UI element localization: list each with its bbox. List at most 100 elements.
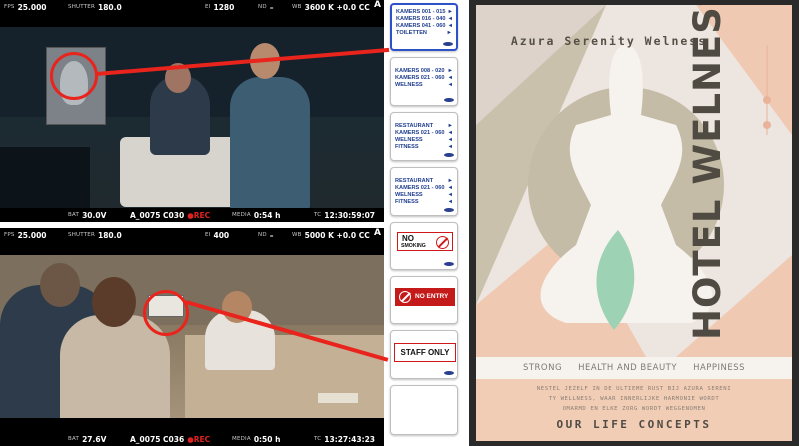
shutter-label: SHUTTER <box>68 4 95 10</box>
fps-readout: FPS 25.000 <box>4 228 47 242</box>
nd-label: ND <box>258 232 267 238</box>
camera-monitor-top: FPS 25.000 SHUTTER 180.0 EI 1280 ND – WB… <box>0 0 384 222</box>
sign-line: KAMERS 001 - 015 ► <box>396 9 453 15</box>
desc-line: NESTEL JEZELF IN DE ULTIEME RUST BIJ AZU… <box>536 386 732 392</box>
camera-monitor-bottom: FPS 25.000 SHUTTER 180.0 EI 400 ND – WB … <box>0 228 384 446</box>
logo-icon <box>444 153 454 157</box>
desc-line: OMARMD EN ELKE ZORG WORDT WEGGENOMEN <box>562 406 706 412</box>
nd-label: ND <box>258 4 267 10</box>
desc-line: TY WELLNESS, WAAR INNERLIJKE HARMONIE WO… <box>548 396 720 402</box>
battery-readout: BAT 30.0V <box>68 208 106 222</box>
timecode-value: 13:27:43:23 <box>324 434 376 444</box>
nd-readout: ND – <box>258 228 274 242</box>
media-label: MEDIA <box>232 212 251 218</box>
ei-label: EI <box>205 4 211 10</box>
sign-line: RESTAURANT ► <box>395 178 453 184</box>
nd-readout: ND – <box>258 0 274 14</box>
sign-line: KAMERS 041 - 060 ◄ <box>396 23 453 29</box>
clip-value: A_0075 C030 <box>130 210 185 220</box>
nd-value: – <box>269 230 274 240</box>
camera-letter: A <box>374 228 381 238</box>
poster-description: NESTEL JEZELF IN DE ULTIEME RUST BIJ AZU… <box>486 384 782 414</box>
wb-readout: WB 3600 K +0.0 CC <box>292 0 370 14</box>
person-right <box>230 77 310 210</box>
sign-line: KAMERS 021 - 060 ◄ <box>395 185 453 191</box>
clip-value: A_0075 C036 <box>130 434 185 444</box>
battery-label: BAT <box>68 212 80 218</box>
sign-line: FITNESS ◄ <box>395 144 453 150</box>
sign-card-no-entry[interactable]: NO ENTRY <box>390 276 458 324</box>
sign-card-2[interactable]: KAMERS 008 - 020 ► KAMERS 021 - 060 ◄ WELN… <box>390 57 458 106</box>
sign-card-staff-only[interactable]: STAFF ONLY <box>390 330 458 379</box>
sign-card-4[interactable]: RESTAURANT ► KAMERS 021 - 060 ◄ WELNESS ◄ F… <box>390 167 458 216</box>
wb-readout: WB 5000 K +0.0 CC <box>292 228 370 242</box>
poster-vertical-title: HOTEL WELNESS <box>686 5 729 340</box>
ei-value: 1280 <box>213 2 235 12</box>
guest-left-head <box>40 263 80 307</box>
wb-label: WB <box>292 4 302 10</box>
media-value: 0:54 h <box>253 210 281 220</box>
scene-reception <box>0 255 384 418</box>
wb-value: 5000 K +0.0 CC <box>304 230 370 240</box>
shutter-value: 180.0 <box>97 2 122 12</box>
logo-icon <box>443 42 453 46</box>
rec-indicator: ●REC <box>187 210 211 220</box>
sign-card-1[interactable]: KAMERS 001 - 015 ► KAMERS 016 - 040 ◄ KAME… <box>390 3 458 51</box>
shutter-label: SHUTTER <box>68 232 95 238</box>
fps-value: 25.000 <box>17 230 47 240</box>
ei-value: 400 <box>213 230 230 240</box>
timecode-readout: TC 13:27:43:23 <box>314 432 375 446</box>
sign-line: KAMERS 021 - 060 ◄ <box>395 130 453 136</box>
camera-letter: A <box>374 0 381 10</box>
logo-icon <box>444 262 454 266</box>
wb-label: WB <box>292 232 302 238</box>
receptie-plate <box>318 393 358 403</box>
no-entry-text: NO ENTRY <box>415 293 449 300</box>
poster-footer: OUR LIFE CONCEPTS <box>556 418 712 431</box>
staff-only-frame: STAFF ONLY <box>394 343 456 362</box>
media-label: MEDIA <box>232 436 251 442</box>
sign-card-blank[interactable] <box>390 385 458 435</box>
osd-top-bar: FPS 25.000 SHUTTER 180.0 EI 400 ND – WB … <box>0 228 384 242</box>
sign-card-no-smoking[interactable]: NO SMOKING <box>390 222 458 270</box>
battery-value: 27.6V <box>82 434 107 444</box>
timecode-readout: TC 12:30:59:07 <box>314 208 375 222</box>
no-entry-icon <box>399 291 411 303</box>
highlight-circle-sign <box>143 290 189 336</box>
shutter-readout: SHUTTER 180.0 <box>68 228 122 242</box>
guest-right-head <box>92 277 136 327</box>
media-readout: MEDIA 0:50 h <box>232 432 280 446</box>
wb-value: 3600 K +0.0 CC <box>304 2 370 12</box>
ei-readout: EI 1280 <box>205 0 234 14</box>
battery-label: BAT <box>68 436 80 442</box>
nd-value: – <box>269 2 274 12</box>
timecode-value: 12:30:59:07 <box>324 210 376 220</box>
poster-tags: STRONG HEALTH AND BEAUTY HAPPINESS <box>476 363 792 373</box>
media-value: 0:50 h <box>253 434 281 444</box>
clip-readout: A_0075 C036 ●REC <box>130 432 210 446</box>
fps-label: FPS <box>4 232 15 238</box>
sign-line: RESTAURANT ► <box>395 123 453 129</box>
shutter-value: 180.0 <box>97 230 122 240</box>
logo-icon <box>444 371 454 375</box>
wellness-poster: Azura Serenity Welness HOTEL WELNESS STR… <box>476 5 792 441</box>
sign-line: KAMERS 016 - 040 ◄ <box>396 16 453 22</box>
tag-happiness: HAPPINESS <box>693 363 746 373</box>
tag-strong: STRONG <box>522 363 563 373</box>
osd-bottom-bar: BAT 30.0V A_0075 C030 ●REC MEDIA 0:54 h … <box>0 208 384 222</box>
sign-card-3[interactable]: RESTAURANT ► KAMERS 021 - 060 ◄ WELNESS ◄ F… <box>390 112 458 161</box>
fps-readout: FPS 25.000 <box>4 0 47 14</box>
shutter-readout: SHUTTER 180.0 <box>68 0 122 14</box>
sign-strip: KAMERS 001 - 015 ► KAMERS 016 - 040 ◄ KAME… <box>390 0 460 446</box>
sign-line: WELNESS ◄ <box>395 137 453 143</box>
sign-line: TOILETTEN ► <box>396 30 452 36</box>
timecode-label: TC <box>314 436 322 442</box>
osd-bottom-bar: BAT 27.6V A_0075 C036 ●REC MEDIA 0:50 h … <box>0 432 384 446</box>
timecode-label: TC <box>314 212 322 218</box>
battery-readout: BAT 27.6V <box>68 432 106 446</box>
logo-icon <box>444 98 454 102</box>
highlight-circle-poster <box>50 52 98 100</box>
battery-value: 30.0V <box>82 210 107 220</box>
clip-readout: A_0075 C030 ●REC <box>130 208 210 222</box>
sign-line: FITNESS ◄ <box>395 199 453 205</box>
